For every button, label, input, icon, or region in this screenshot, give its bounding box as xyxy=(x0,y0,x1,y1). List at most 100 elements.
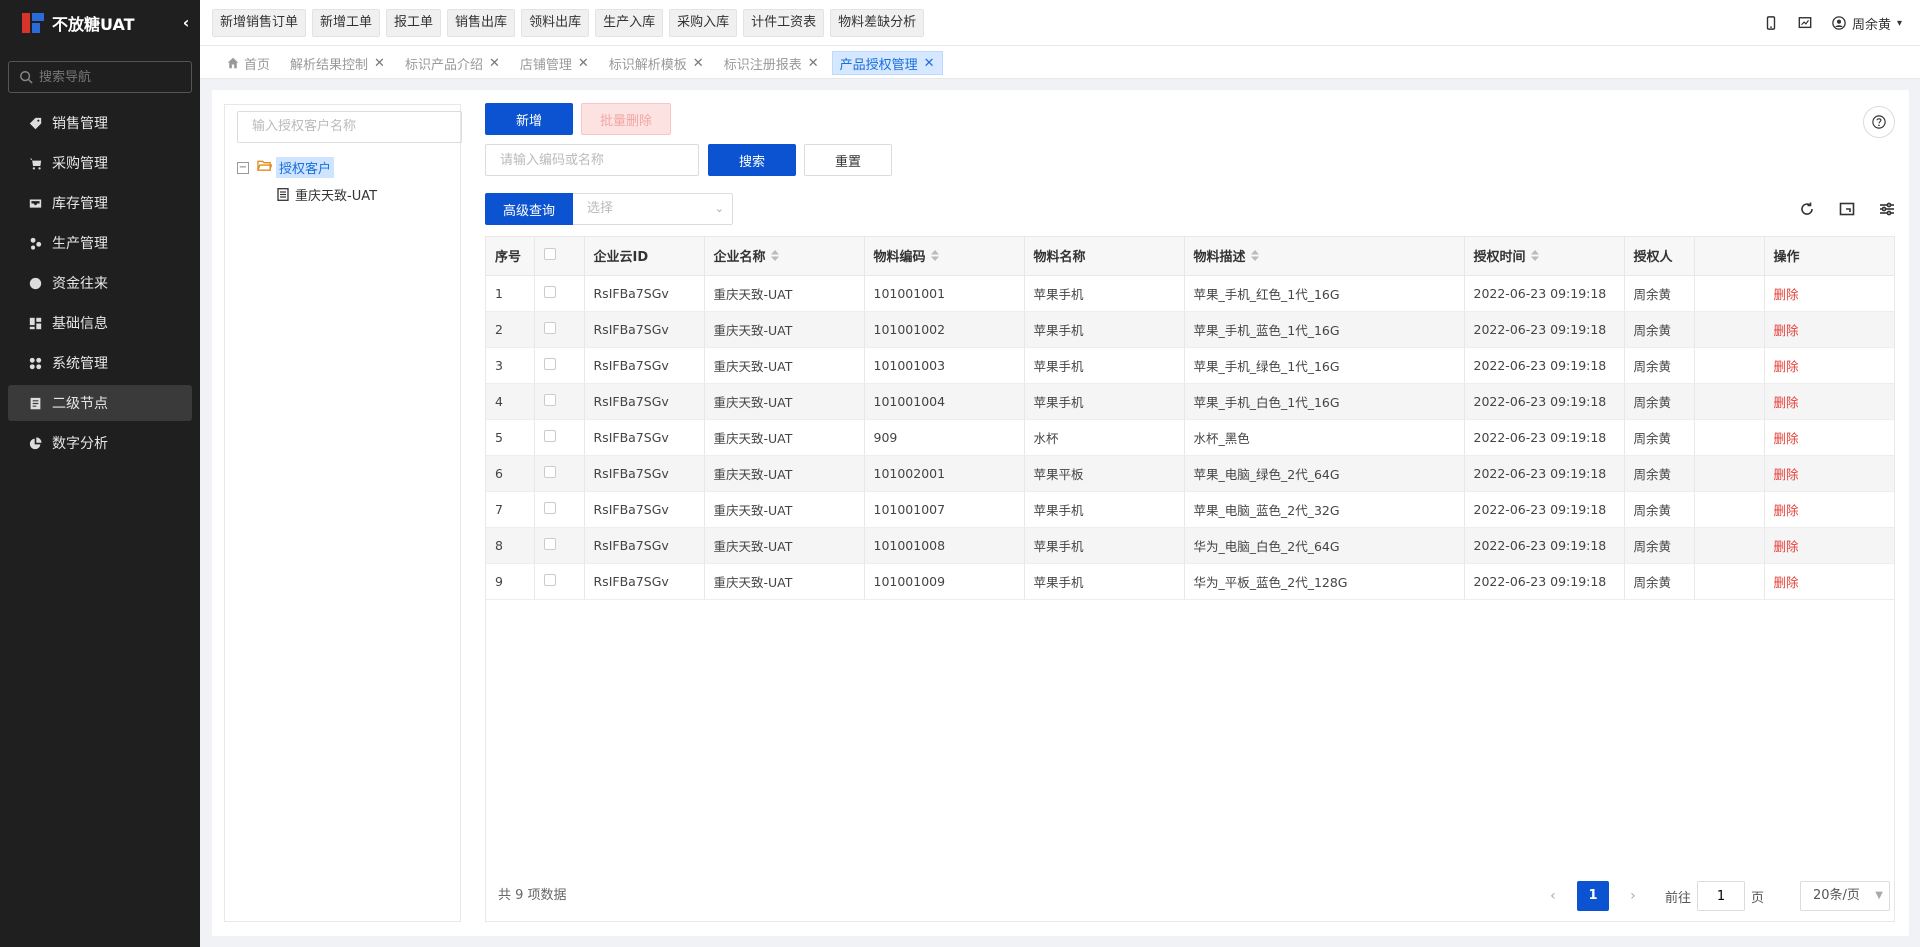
row-checkbox[interactable] xyxy=(543,357,556,370)
refresh-icon[interactable] xyxy=(1799,201,1815,217)
sidebar-item-1[interactable]: 采购管理 xyxy=(8,145,192,181)
delete-link[interactable]: 删除 xyxy=(1774,323,1799,338)
table-row[interactable]: 7 RsIFBa7SGv 重庆天致-UAT 101001007 苹果手机 苹果_电脑_蓝色… xyxy=(486,491,1894,528)
tab-6[interactable]: 产品授权管理 ✕ xyxy=(831,51,943,75)
tab-5[interactable]: 标识注册报表 ✕ xyxy=(717,51,826,75)
page-number-current[interactable]: 1 xyxy=(1576,881,1609,911)
collapse-sidebar-icon[interactable]: ‹ xyxy=(178,13,194,33)
cell-material-name: 苹果手机 xyxy=(1024,383,1185,420)
delete-link[interactable]: 删除 xyxy=(1774,467,1799,482)
tree-child-node[interactable]: 重庆天致-UAT xyxy=(277,185,377,204)
sidebar-search-input[interactable] xyxy=(39,69,179,85)
sidebar-item-2[interactable]: 库存管理 xyxy=(8,185,192,221)
delete-link[interactable]: 删除 xyxy=(1774,503,1799,518)
cell-material-desc: 华为_电脑_白色_2代_64G xyxy=(1184,527,1465,564)
next-page-icon[interactable]: › xyxy=(1621,888,1645,904)
row-checkbox[interactable] xyxy=(543,429,556,442)
close-icon[interactable]: ✕ xyxy=(808,56,819,71)
quick-action-button[interactable]: 采购入库 xyxy=(669,9,738,37)
sidebar-item-8[interactable]: 数字分析 xyxy=(8,425,192,461)
quick-action-button[interactable]: 生产入库 xyxy=(595,9,664,37)
column-header[interactable]: 企业名称 xyxy=(704,237,865,276)
goto-page-input[interactable] xyxy=(1696,881,1745,911)
advanced-query-select[interactable]: 选择 ⌄ xyxy=(573,193,733,225)
sidebar-item-7[interactable]: 二级节点 xyxy=(8,385,192,421)
delete-link[interactable]: 删除 xyxy=(1774,287,1799,302)
delete-link[interactable]: 删除 xyxy=(1774,359,1799,374)
help-button[interactable] xyxy=(1863,106,1895,138)
row-checkbox[interactable] xyxy=(543,501,556,514)
table-row[interactable]: 2 RsIFBa7SGv 重庆天致-UAT 101001002 苹果手机 苹果_手机_蓝色… xyxy=(486,311,1894,348)
column-settings-icon[interactable] xyxy=(1879,201,1895,217)
quick-action-button[interactable]: 计件工资表 xyxy=(743,9,825,37)
quick-action-button[interactable]: 领料出库 xyxy=(521,9,590,37)
sidebar-item-0[interactable]: 销售管理 xyxy=(8,105,192,141)
sort-icon[interactable] xyxy=(770,250,779,265)
collapse-toggle-icon[interactable]: − xyxy=(237,161,249,174)
tab-2[interactable]: 标识产品介绍 ✕ xyxy=(398,51,507,75)
mobile-icon[interactable] xyxy=(1764,16,1778,30)
close-icon[interactable]: ✕ xyxy=(489,56,500,71)
delete-link[interactable]: 删除 xyxy=(1774,431,1799,446)
column-header[interactable]: 物料描述 xyxy=(1184,237,1465,276)
table-row[interactable]: 8 RsIFBa7SGv 重庆天致-UAT 101001008 苹果手机 华为_电脑_白色… xyxy=(486,527,1894,564)
page-size-select[interactable]: 20条/页 ▼ xyxy=(1800,881,1890,911)
select-all-checkbox[interactable] xyxy=(543,247,556,260)
table-row[interactable]: 4 RsIFBa7SGv 重庆天致-UAT 101001004 苹果手机 苹果_手机_白色… xyxy=(486,383,1894,420)
quick-action-button[interactable]: 销售出库 xyxy=(447,9,516,37)
delete-link[interactable]: 删除 xyxy=(1774,539,1799,554)
table-row[interactable]: 9 RsIFBa7SGv 重庆天致-UAT 101001009 苹果手机 华为_平板_蓝色… xyxy=(486,563,1894,600)
quick-action-button[interactable]: 新增销售订单 xyxy=(212,9,307,37)
column-header[interactable]: 授权时间 xyxy=(1464,237,1625,276)
sidebar-search[interactable] xyxy=(8,61,192,93)
row-checkbox[interactable] xyxy=(543,465,556,478)
close-icon[interactable]: ✕ xyxy=(578,56,589,71)
tab-3[interactable]: 店铺管理 ✕ xyxy=(513,51,596,75)
quick-action-button[interactable]: 新增工单 xyxy=(312,9,381,37)
sidebar-item-4[interactable]: 资金往来 xyxy=(8,265,192,301)
close-icon[interactable]: ✕ xyxy=(924,56,935,71)
table-row[interactable]: 1 RsIFBa7SGv 重庆天致-UAT 101001001 苹果手机 苹果_手机_红色… xyxy=(486,275,1894,312)
sidebar-item-6[interactable]: 系统管理 xyxy=(8,345,192,381)
tab-0[interactable]: 首页 xyxy=(220,51,277,75)
code-search-field[interactable] xyxy=(485,144,699,176)
column-header-label: 操作 xyxy=(1773,250,1800,266)
tree-search[interactable] xyxy=(237,111,462,143)
row-checkbox[interactable] xyxy=(543,285,556,298)
row-checkbox[interactable] xyxy=(543,573,556,586)
row-checkbox[interactable] xyxy=(543,321,556,334)
delete-link[interactable]: 删除 xyxy=(1774,395,1799,410)
batch-delete-button[interactable]: 批量删除 xyxy=(581,103,671,135)
cell-company-name: 重庆天致-UAT xyxy=(704,455,865,492)
table-row[interactable]: 5 RsIFBa7SGv 重庆天致-UAT 909 水杯 水杯_黑色 2022-06-23 … xyxy=(486,419,1894,456)
prev-page-icon[interactable]: ‹ xyxy=(1541,888,1565,904)
code-search-input[interactable] xyxy=(500,145,690,175)
table-row[interactable]: 6 RsIFBa7SGv 重庆天致-UAT 101002001 苹果平板 苹果_电脑_绿色… xyxy=(486,455,1894,492)
add-button[interactable]: 新增 xyxy=(485,103,573,135)
tab-4[interactable]: 标识解析模板 ✕ xyxy=(602,51,711,75)
reset-button[interactable]: 重置 xyxy=(804,144,892,176)
tree-search-input[interactable] xyxy=(252,119,452,134)
advanced-query-button[interactable]: 高级查询 xyxy=(485,193,573,225)
row-checkbox[interactable] xyxy=(543,537,556,550)
quick-action-button[interactable]: 报工单 xyxy=(386,9,442,37)
column-header[interactable]: 物料编码 xyxy=(864,237,1025,276)
user-menu[interactable]: 周余黄 ▾ xyxy=(1832,14,1902,33)
close-icon[interactable]: ✕ xyxy=(693,56,704,71)
sort-icon[interactable] xyxy=(1530,250,1539,265)
delete-link[interactable]: 删除 xyxy=(1774,575,1799,590)
table-row[interactable]: 3 RsIFBa7SGv 重庆天致-UAT 101001003 苹果手机 苹果_手机_绿色… xyxy=(486,347,1894,384)
sidebar-item-3[interactable]: 生产管理 xyxy=(8,225,192,261)
sidebar-item-5[interactable]: 基础信息 xyxy=(8,305,192,341)
sort-icon[interactable] xyxy=(1250,250,1259,265)
row-checkbox[interactable] xyxy=(543,393,556,406)
search-button[interactable]: 搜索 xyxy=(708,144,796,176)
fullscreen-icon[interactable] xyxy=(1839,201,1855,217)
tree-root-node[interactable]: − 授权客户 xyxy=(237,157,335,178)
sort-icon[interactable] xyxy=(930,250,939,265)
quick-action-button[interactable]: 物料差缺分析 xyxy=(830,9,925,37)
screen-icon[interactable] xyxy=(1798,16,1812,30)
cell-cloud-id: RsIFBa7SGv xyxy=(584,563,705,600)
tab-1[interactable]: 解析结果控制 ✕ xyxy=(283,51,392,75)
close-icon[interactable]: ✕ xyxy=(374,56,385,71)
